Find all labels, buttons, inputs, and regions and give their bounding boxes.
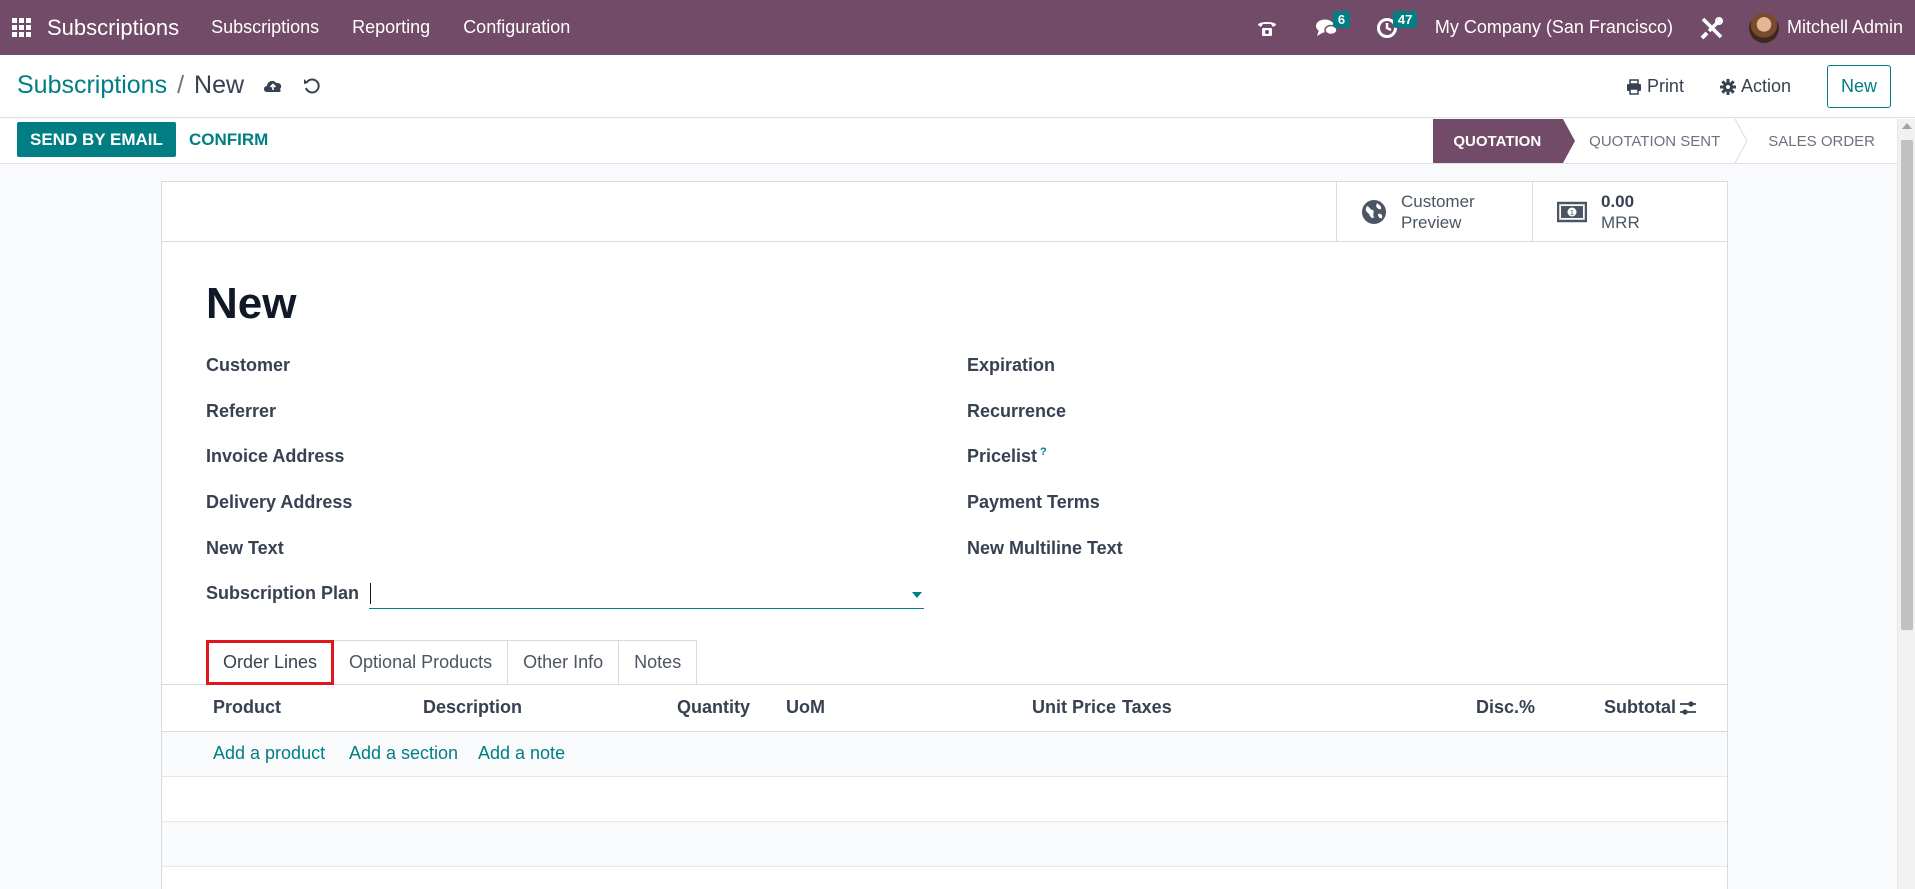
optional-columns-icon[interactable] [1679,700,1697,721]
form-sheet: Customer Preview 1 0.00 MRR New Customer… [161,181,1728,889]
messages-badge: 6 [1332,11,1351,28]
col-subtotal[interactable]: Subtotal [1604,697,1676,718]
stage-quotation-sent-label: QUOTATION SENT [1589,132,1721,150]
tab-order-lines[interactable]: Order Lines [206,640,335,685]
action-button[interactable]: Action [1719,76,1791,97]
control-panel: Subscriptions / New Print Action New [0,55,1915,118]
col-taxes[interactable]: Taxes [1122,697,1172,718]
avatar [1748,12,1779,43]
stage-pipeline: QUOTATION QUOTATION SENT SALES ORDER [1433,119,1897,163]
new-button[interactable]: New [1826,65,1891,108]
vertical-scrollbar[interactable] [1897,119,1915,889]
customer-label: Customer [206,355,291,375]
delivery-address-label: Delivery Address [206,492,353,512]
subscription-plan-input[interactable] [369,579,924,609]
stage-quotation[interactable]: QUOTATION [1433,119,1575,163]
gear-icon [1719,78,1736,95]
add-section-link[interactable]: Add a section [349,743,458,764]
messages-icon[interactable]: 6 [1307,0,1351,55]
svg-text:1: 1 [1570,209,1574,217]
recurrence-label: Recurrence [967,401,1067,421]
record-title[interactable]: New [206,279,296,329]
text-cursor [370,583,371,604]
add-line-row: Add a product Add a section Add a note [162,732,1727,777]
activities-badge: 47 [1392,11,1418,28]
scroll-up-arrow-icon[interactable] [1902,123,1912,129]
payment-terms-label: Payment Terms [967,492,1100,512]
invoice-address-label: Invoice Address [206,446,345,466]
menu-configuration[interactable]: Configuration [463,17,570,38]
phone-icon[interactable] [1247,0,1287,55]
customer-preview-button[interactable]: Customer Preview [1336,182,1532,241]
subscription-plan-label: Subscription Plan [206,583,360,603]
add-note-link[interactable]: Add a note [478,743,565,764]
activities-icon[interactable]: 47 [1367,0,1418,55]
breadcrumb: Subscriptions / New [17,71,322,100]
action-label: Action [1740,76,1791,96]
app-name[interactable]: Subscriptions [47,15,179,41]
scroll-thumb[interactable] [1901,140,1913,630]
pricelist-help-icon[interactable]: ? [1040,446,1047,458]
discard-undo-icon[interactable] [302,76,322,96]
col-unit-price[interactable]: Unit Price [1032,697,1116,718]
col-description[interactable]: Description [423,697,522,718]
table-row [162,777,1727,822]
stage-sales-order[interactable]: SALES ORDER [1742,119,1897,163]
company-switcher[interactable]: My Company (San Francisco) [1435,17,1673,38]
tab-other-info[interactable]: Other Info [508,640,620,685]
menu-reporting[interactable]: Reporting [352,17,430,38]
debug-tools-icon[interactable] [1697,15,1727,41]
add-product-link[interactable]: Add a product [213,743,325,764]
globe-icon [1361,199,1387,225]
confirm-button[interactable]: CONFIRM [189,122,268,157]
pricelist-label: Pricelist [967,446,1038,466]
breadcrumb-current: New [194,71,245,99]
col-uom[interactable]: UoM [786,697,825,718]
referrer-label: Referrer [206,401,277,421]
pricelist-label-wrap: Pricelist? [967,446,1047,467]
customer-preview-label-1: Customer [1401,191,1475,211]
top-navbar: Subscriptions Subscriptions Reporting Co… [0,0,1915,55]
print-icon [1626,78,1641,95]
col-quantity[interactable]: Quantity [677,697,750,718]
col-product[interactable]: Product [213,697,281,718]
mrr-value: 0.00 [1601,191,1635,211]
tab-optional-products[interactable]: Optional Products [334,640,509,685]
save-cloud-icon[interactable] [262,77,284,95]
user-menu[interactable]: Mitchell Admin [1748,12,1903,43]
send-by-email-button[interactable]: SEND BY EMAIL [17,122,176,157]
apps-menu-icon[interactable] [0,0,42,55]
table-row [162,822,1727,867]
money-icon: 1 [1557,201,1587,223]
notebook-tabs: Order Lines Optional Products Other Info… [206,640,698,685]
new-multiline-text-label: New Multiline Text [967,538,1123,558]
print-label: Print [1646,76,1684,96]
col-discount[interactable]: Disc.% [1476,697,1535,718]
stage-quotation-sent[interactable]: QUOTATION SENT [1563,119,1748,163]
menu-subscriptions[interactable]: Subscriptions [211,17,319,38]
order-lines-header: Product Description Quantity UoM Unit Pr… [162,685,1727,732]
customer-preview-label-2: Preview [1401,212,1462,232]
user-name: Mitchell Admin [1786,17,1903,37]
mrr-button[interactable]: 1 0.00 MRR [1532,182,1728,241]
print-button[interactable]: Print [1626,76,1684,97]
status-bar: SEND BY EMAIL CONFIRM QUOTATION QUOTATIO… [0,119,1897,164]
tab-notes[interactable]: Notes [619,640,698,685]
breadcrumb-separator: / [177,71,185,99]
new-text-label: New Text [206,538,284,558]
dropdown-caret-icon[interactable] [912,592,922,598]
breadcrumb-subscriptions[interactable]: Subscriptions [17,71,167,100]
smart-buttons-bar: Customer Preview 1 0.00 MRR [162,182,1727,242]
mrr-label: MRR [1601,212,1640,232]
expiration-label: Expiration [967,355,1056,375]
